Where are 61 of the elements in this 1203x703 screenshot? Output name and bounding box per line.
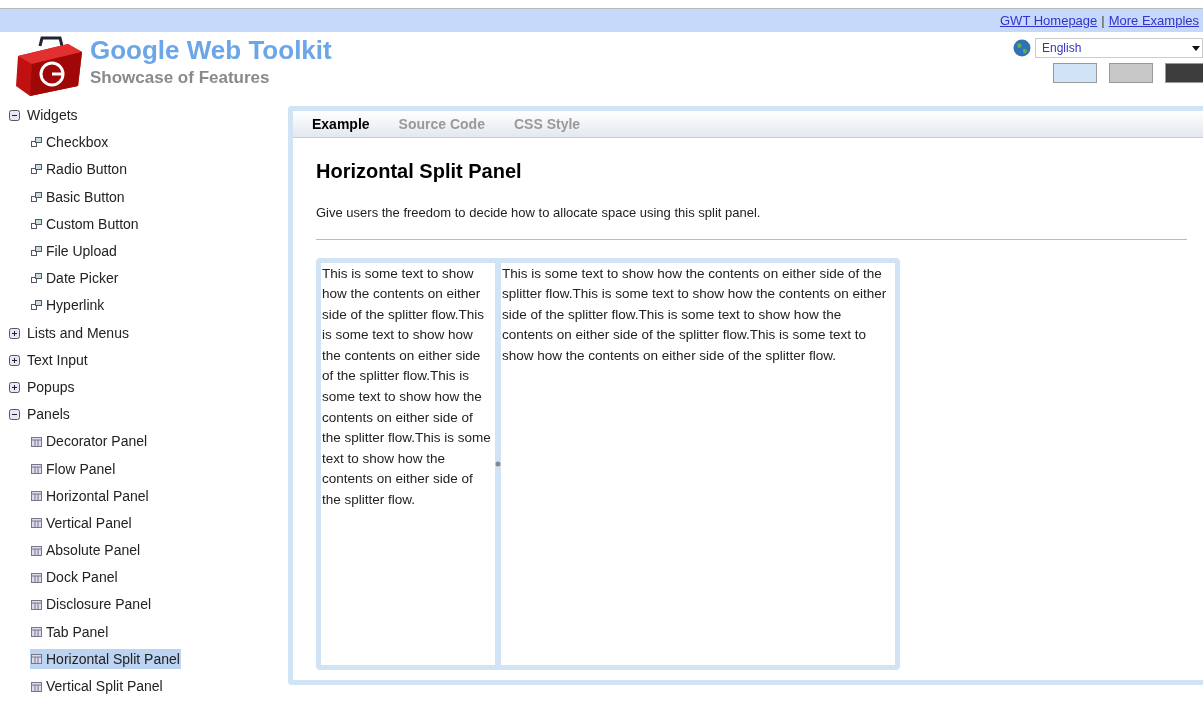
left-pane-text: This is some text to show how the contents on either side of the splitter flow.This is some text to show how the contents on either side of the splitter flow.This is some text to show how the contents on either side of the splitter flow.This is some text to show how the contents on either side of the splitter flow. (321, 264, 492, 510)
widget-icon (31, 246, 42, 258)
widget-icon (31, 300, 42, 312)
panel-icon (31, 572, 42, 583)
panel-icon (31, 436, 42, 447)
tree-category[interactable]: Lists and Menus (27, 322, 129, 344)
tree-item[interactable]: File Upload (30, 241, 118, 262)
widget-icon (31, 273, 42, 285)
tree-item[interactable]: Hyperlink (30, 295, 106, 316)
tree-item[interactable]: Horizontal Panel (30, 486, 150, 507)
tree-item[interactable]: Decorator Panel (30, 431, 149, 452)
theme-swatch[interactable] (1165, 63, 1203, 83)
homepage-link[interactable]: GWT Homepage (1000, 10, 1098, 31)
theme-swatch[interactable] (1053, 63, 1097, 83)
panel-icon (31, 545, 42, 556)
tab[interactable]: Example (312, 113, 370, 135)
tree-item[interactable]: Tab Panel (30, 622, 110, 643)
tree-item[interactable]: Vertical Split Panel (30, 676, 164, 697)
widget-icon (31, 218, 42, 230)
tree-item[interactable]: Horizontal Split Panel (30, 649, 181, 670)
language-dropdown[interactable]: English (1035, 38, 1203, 58)
dropdown-caret-icon (1192, 45, 1200, 51)
tree-category[interactable]: Widgets (27, 105, 78, 127)
widget-icon (31, 137, 42, 149)
globe-icon (1013, 39, 1031, 57)
expand-icon[interactable] (9, 381, 20, 393)
theme-swatch[interactable] (1109, 63, 1153, 83)
tree-category[interactable]: Popups (27, 376, 75, 398)
widget-icon (31, 191, 42, 203)
panel-icon (31, 599, 42, 610)
tree-item[interactable]: Basic Button (30, 187, 126, 208)
panel-icon (31, 654, 42, 665)
expand-icon[interactable] (9, 354, 20, 366)
panel-icon (31, 681, 42, 692)
tree-item[interactable]: Flow Panel (30, 459, 117, 480)
tree-item[interactable]: Absolute Panel (30, 540, 142, 561)
tree-item[interactable]: Date Picker (30, 268, 120, 289)
right-pane-text: This is some text to show how the contents on either side of the splitter flow.This is some text to show how the contents on either side of the splitter flow.This is some text to show how the contents on either side of the splitter flow.This is some text to show how the contents on either side of the splitter flow. (501, 264, 888, 365)
tree-item[interactable]: Dock Panel (30, 567, 119, 588)
collapse-icon[interactable] (9, 409, 20, 421)
tree-item[interactable]: Vertical Panel (30, 513, 133, 534)
expand-icon[interactable] (9, 327, 20, 339)
tree-item[interactable]: Custom Button (30, 214, 140, 235)
panel-icon (31, 491, 42, 502)
link-separator: | (1101, 11, 1105, 30)
tree-category[interactable]: Text Input (27, 349, 88, 371)
app-subtitle: Showcase of Features (90, 67, 271, 89)
splitter-grip-icon (495, 460, 501, 467)
tree-item[interactable]: Disclosure Panel (30, 594, 153, 615)
panel-icon (31, 627, 42, 638)
examples-link[interactable]: More Examples (1108, 10, 1199, 31)
panel-icon (31, 464, 42, 475)
page-heading: Horizontal Split Panel (316, 159, 523, 184)
collapse-icon[interactable] (9, 110, 20, 122)
tree-item[interactable]: Radio Button (30, 159, 128, 180)
panel-icon (31, 518, 42, 529)
app-title: Google Web Toolkit (90, 34, 332, 67)
page-description: Give users the freedom to decide how to allocate space using this split panel. (316, 204, 762, 222)
tree-item[interactable]: Checkbox (30, 132, 110, 153)
tree-category[interactable]: Panels (27, 404, 70, 426)
widget-icon (31, 164, 42, 176)
